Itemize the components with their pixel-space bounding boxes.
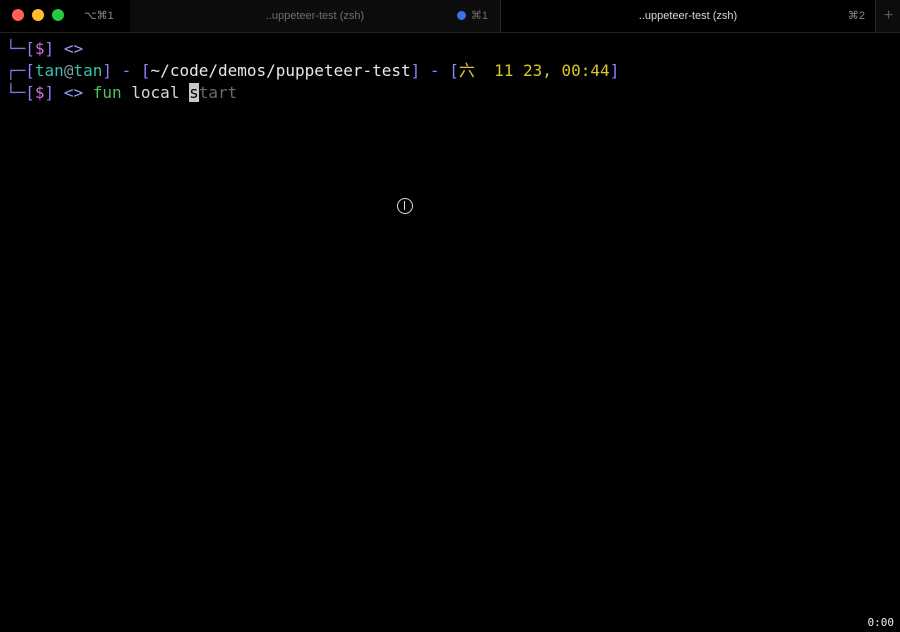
mouse-ibeam-cursor-icon	[397, 198, 413, 214]
tab-1[interactable]: ..uppeteer-test (zsh) ⌘1	[130, 0, 501, 32]
prompt-user: tan	[34, 61, 64, 80]
tab-2-title: ..uppeteer-test (zsh)	[638, 10, 738, 22]
minimize-window-button[interactable]	[32, 9, 44, 21]
dollar-sign: $	[34, 39, 45, 58]
recording-timer: 0:00	[865, 615, 896, 630]
box-corner: ┌─	[6, 61, 26, 80]
prompt-arrow: <>	[63, 83, 84, 102]
dollar-sign: $	[34, 83, 45, 102]
close-window-button[interactable]	[12, 9, 24, 21]
bracket-open: [	[25, 39, 35, 58]
command-name: fun	[92, 83, 122, 102]
tab-2-shortcut: ⌘2	[847, 10, 865, 22]
window-shortcut: ⌥⌘1	[84, 10, 114, 22]
prompt-line-2: ┌─[tan@tan] - [~/code/demos/puppeteer-te…	[6, 61, 620, 80]
box-corner: └─	[6, 83, 26, 102]
tab-1-title: ..uppeteer-test (zsh)	[265, 10, 365, 22]
terminal-output[interactable]: └─[$] <> ┌─[tan@tan] - [~/code/demos/pup…	[6, 38, 894, 598]
prompt-host: tan	[73, 61, 103, 80]
zoom-window-button[interactable]	[52, 9, 64, 21]
text-cursor: s	[189, 83, 199, 102]
prompt-arrow: <>	[63, 39, 84, 58]
prompt-separator-2: -	[420, 61, 450, 80]
prompt-datetime: 六 11 23, 00:44	[458, 61, 610, 80]
box-corner: └─	[6, 39, 26, 58]
tab-2[interactable]: ..uppeteer-test (zsh) ⌘2	[501, 0, 875, 32]
prompt-line-3[interactable]: └─[$] <> fun local start	[6, 82, 894, 104]
activity-dot-icon	[457, 11, 466, 20]
prompt-line-1: └─[$] <>	[6, 38, 894, 60]
tab-1-shortcut: ⌘1	[470, 10, 488, 22]
new-tab-button[interactable]: +	[875, 0, 900, 32]
prompt-separator: -	[112, 61, 141, 80]
window-controls	[12, 9, 64, 21]
bracket-close: ]	[44, 39, 55, 58]
title-bar: ⌥⌘1 ..uppeteer-test (zsh) ⌘1 ..uppeteer-…	[0, 0, 900, 33]
prompt-at: @	[63, 61, 74, 80]
command-argument: local	[131, 83, 180, 102]
prompt-path: ~/code/demos/puppeteer-test	[150, 61, 411, 80]
autosuggestion: tart	[198, 83, 238, 102]
